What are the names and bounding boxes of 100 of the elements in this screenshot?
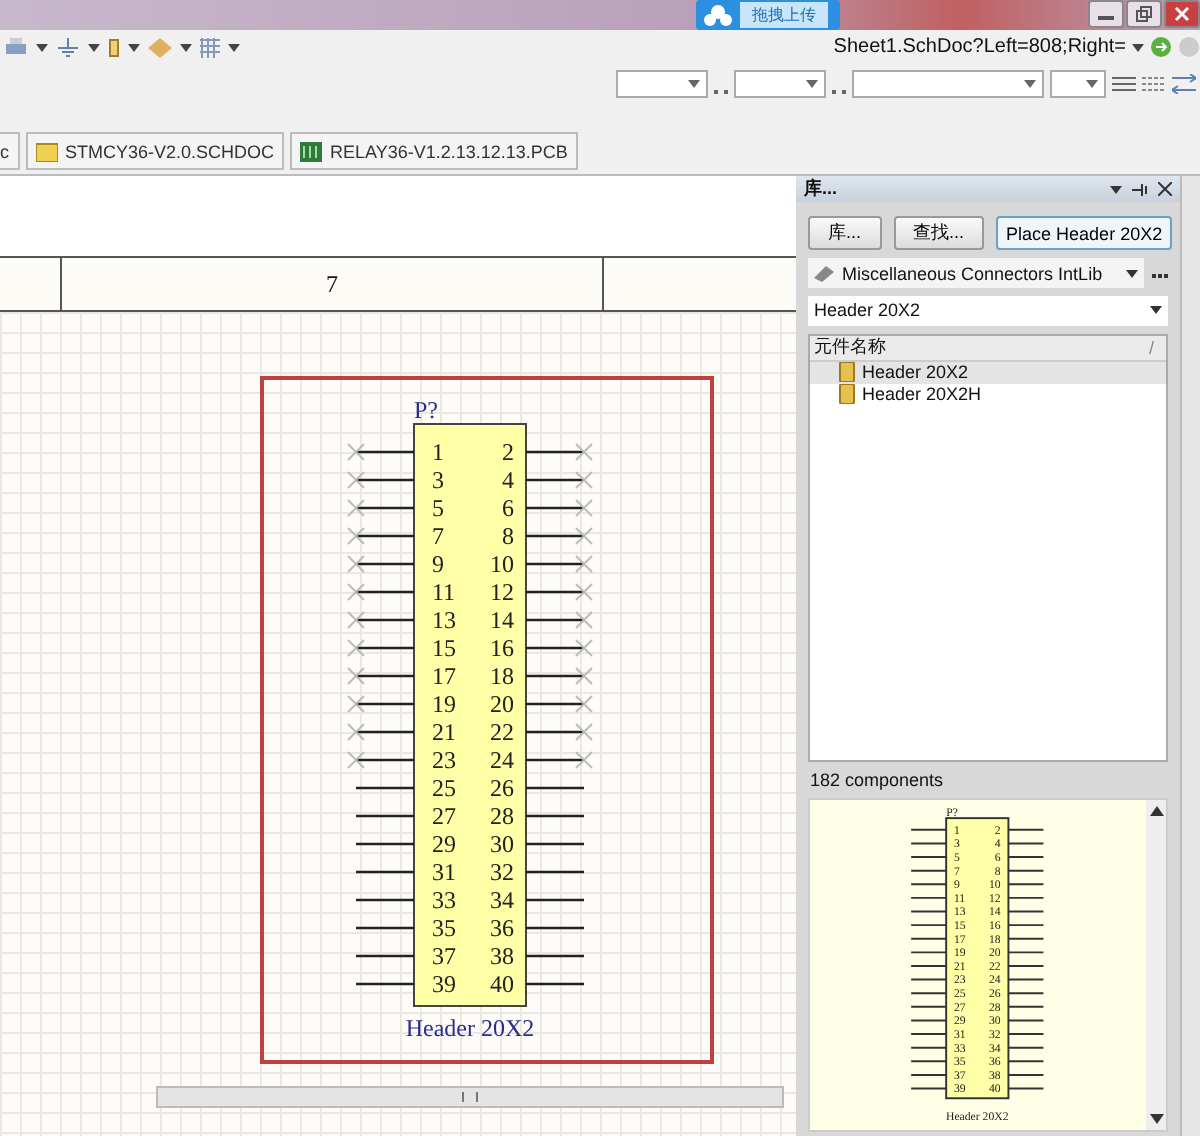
pin-line	[910, 896, 948, 899]
line-weight-icon[interactable]	[1112, 76, 1136, 92]
dropdown-field[interactable]	[852, 70, 1044, 98]
dropdown-arrow-icon[interactable]	[1132, 43, 1144, 51]
designator-label: P?	[414, 396, 438, 424]
pin-icon[interactable]	[1132, 181, 1148, 197]
grid-icon[interactable]	[200, 37, 220, 57]
pin-line	[1007, 951, 1045, 954]
dropdown-field[interactable]	[1050, 70, 1106, 98]
panel-button[interactable]: 库...	[808, 216, 882, 250]
pin-number: 30	[490, 830, 514, 858]
dropdown-field[interactable]	[616, 70, 708, 98]
more-icon[interactable]	[1152, 269, 1168, 277]
pin-line	[356, 562, 414, 566]
pin-line	[526, 562, 584, 566]
pin-number: 17	[432, 662, 456, 690]
column-header[interactable]: 元件名称	[814, 334, 886, 361]
component-item[interactable]: Header 20X2H	[810, 383, 1166, 406]
zone-label: 7	[62, 258, 604, 310]
dropdown-field[interactable]	[734, 70, 826, 98]
pin-line	[1007, 978, 1045, 981]
caret-icon	[688, 80, 700, 88]
pin-line	[910, 924, 948, 927]
pin-line	[1007, 937, 1045, 940]
component-count: 182 components	[808, 770, 946, 790]
ground-icon[interactable]	[56, 37, 80, 57]
close-icon[interactable]	[1158, 182, 1172, 196]
component-icon	[838, 384, 856, 405]
pin-line	[356, 478, 414, 482]
pin-line	[1007, 924, 1045, 927]
horizontal-scrollbar[interactable]	[156, 1086, 784, 1108]
panel-button[interactable]: Place Header 20X2	[996, 216, 1173, 250]
pin-number: 26	[490, 774, 514, 802]
panel-button[interactable]: 查找...	[893, 216, 985, 250]
pin-line	[356, 646, 414, 650]
line-style-icon[interactable]	[1142, 76, 1166, 92]
library-dropdown[interactable]: Miscellaneous Connectors IntLib	[808, 258, 1144, 288]
caret-icon	[1126, 269, 1138, 277]
component-item[interactable]: Header 20X2	[810, 361, 1166, 384]
pin-line	[910, 978, 948, 981]
pin-line	[526, 898, 584, 902]
schematic-document-icon	[35, 141, 57, 161]
pin-number: 23	[432, 746, 456, 774]
document-tab[interactable]: STMCY36-V2.0.SCHDOC	[25, 132, 285, 170]
pin-line	[356, 702, 414, 706]
pin-line	[910, 951, 948, 954]
pin-number: 25	[432, 774, 456, 802]
pin-number: 18	[490, 662, 514, 690]
dropdown-arrow-icon[interactable]	[36, 43, 48, 51]
pin-number: 37	[432, 942, 456, 970]
pin-line	[356, 842, 414, 846]
dropdown-arrow-icon[interactable]	[88, 43, 100, 51]
ellipsis-icon[interactable]	[832, 86, 846, 94]
address-field[interactable]: Sheet1.SchDoc?Left=808;Right=	[833, 36, 1126, 58]
scroll-up-icon[interactable]	[1149, 806, 1164, 816]
pin-number: 29	[432, 830, 456, 858]
dropdown-arrow-icon[interactable]	[228, 43, 240, 51]
pin-number: 9	[432, 550, 444, 578]
pin-line	[526, 814, 584, 818]
dropdown-arrow-icon[interactable]	[180, 43, 192, 51]
pin-line	[910, 1060, 948, 1063]
pin-number: 22	[490, 718, 514, 746]
caret-icon	[1086, 80, 1098, 88]
sort-mark: /	[1148, 337, 1154, 358]
dropdown-arrow-icon[interactable]	[128, 43, 140, 51]
panel-title: 库...	[804, 176, 840, 202]
pin-line	[526, 870, 584, 874]
dropdown-arrow-icon[interactable]	[1110, 185, 1122, 193]
pin-line	[356, 506, 414, 510]
pin-number: 39	[432, 970, 456, 998]
ellipsis-icon[interactable]	[714, 86, 728, 94]
pin-line	[526, 786, 584, 790]
pin-line	[356, 758, 414, 762]
pin-line	[356, 450, 414, 454]
pin-number: 28	[490, 802, 514, 830]
pin-line	[356, 954, 414, 958]
minimize-button[interactable]	[1088, 0, 1124, 28]
close-button[interactable]	[1164, 0, 1200, 28]
pin-number: 38	[490, 942, 514, 970]
pin-number: 16	[490, 634, 514, 662]
arrows-icon[interactable]	[1172, 74, 1196, 94]
pin-number: 40	[490, 970, 514, 998]
pin-line	[356, 898, 414, 902]
upload-widget[interactable]: 拖拽上传	[696, 0, 840, 30]
pin-line	[526, 646, 584, 650]
pin-line	[526, 982, 584, 986]
pin-line	[356, 730, 414, 734]
pin-line	[526, 674, 584, 678]
restore-button[interactable]	[1126, 0, 1162, 28]
pin-line	[910, 910, 948, 913]
scroll-down-icon[interactable]	[1149, 1114, 1164, 1124]
caret-icon	[1024, 80, 1036, 88]
pin-line	[526, 758, 584, 762]
document-tab[interactable]: c	[0, 132, 19, 170]
circuit-board-icon	[300, 141, 323, 161]
document-tab[interactable]: RELAY36-V1.2.13.12.13.PCB	[290, 132, 578, 170]
filter-field[interactable]: Header 20X2	[808, 296, 1168, 326]
pin-line	[910, 828, 948, 831]
pin-line	[910, 1046, 948, 1049]
pin-line	[1007, 1033, 1045, 1036]
